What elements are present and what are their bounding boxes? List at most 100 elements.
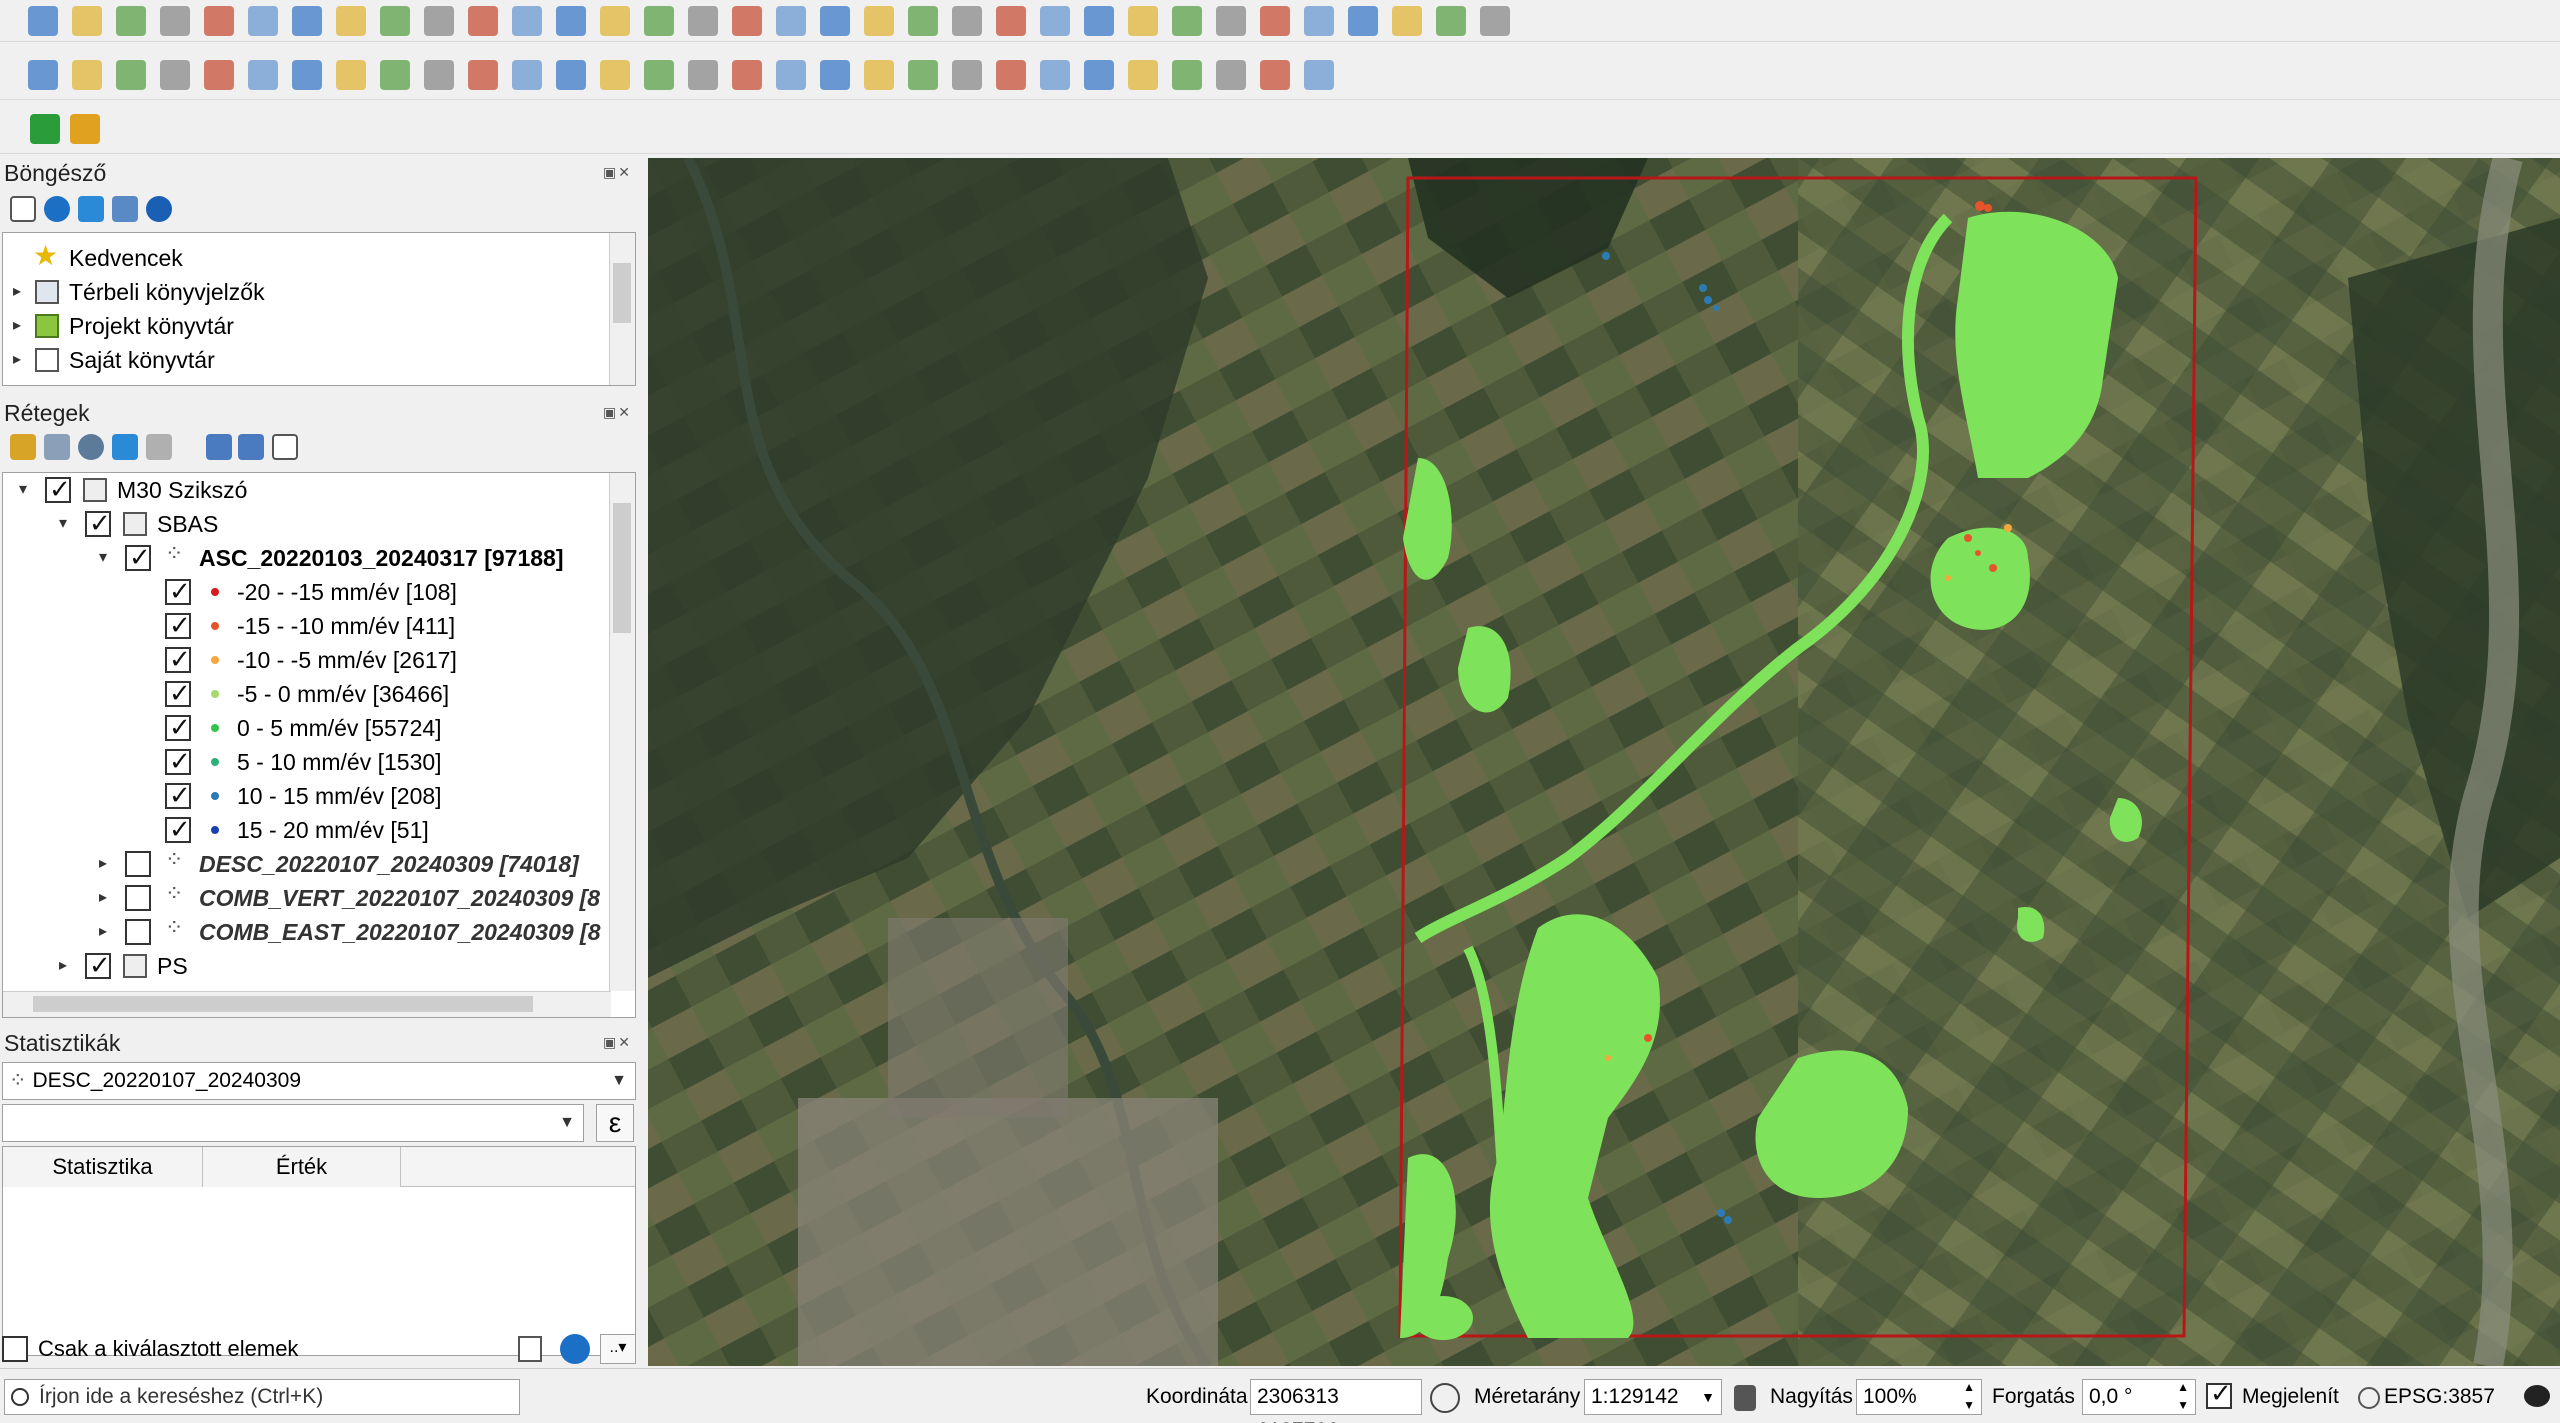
layer-checkbox[interactable] [125,851,151,877]
class-checkbox[interactable] [165,676,191,710]
new-project-icon[interactable] [28,6,58,36]
cut-icon[interactable] [556,60,586,90]
add-csv-icon[interactable] [248,60,278,90]
add-wms-icon[interactable] [204,60,234,90]
add-raster-icon[interactable] [116,60,146,90]
class-checkbox[interactable] [165,608,191,642]
gear-icon[interactable] [1436,6,1466,36]
expand-arrow-icon[interactable]: ▸ [95,915,111,949]
undo-icon[interactable] [688,60,718,90]
refresh-icon[interactable] [560,1334,590,1364]
zoom-full-icon[interactable] [468,6,498,36]
toggle-edit-icon[interactable] [336,60,366,90]
layer-asc[interactable]: ▾ ⁘ ASC_20220103_20240317 [97188] [3,540,613,575]
layer-checkbox[interactable] [125,540,151,574]
expand-arrow-icon[interactable]: ▸ [95,847,111,881]
paste-icon[interactable] [644,60,674,90]
plugin-b-icon[interactable] [1128,60,1158,90]
legend-class[interactable]: 5 - 10 mm/év [1530] [3,744,613,779]
layer-tree-hscroll[interactable] [3,991,611,1017]
select-icon[interactable] [952,6,982,36]
magnifier-field[interactable]: 100% ▲ ▼ [1856,1379,1982,1415]
info-icon[interactable] [146,196,172,222]
coordinate-field[interactable]: 2306313 6137706 [1250,1379,1422,1423]
expression-button[interactable]: ε [596,1104,634,1142]
new-bookmark-icon[interactable] [732,6,762,36]
label-change-icon[interactable] [996,60,1026,90]
deselect-icon[interactable] [996,6,1026,36]
class-checkbox[interactable] [165,778,191,812]
collapse-arrow-icon[interactable]: ▾ [95,541,111,575]
refresh-icon[interactable] [864,6,894,36]
delete-selected-icon[interactable] [512,60,542,90]
browser-scrollbar[interactable] [609,233,635,385]
pan-icon[interactable] [292,6,322,36]
legend-class[interactable]: -15 - -10 mm/év [411] [3,608,613,643]
annotation-icon[interactable] [1304,6,1334,36]
class-checkbox[interactable] [165,812,191,846]
visibility-eye-icon[interactable] [78,434,104,460]
statistics-icon[interactable] [1216,6,1246,36]
toggle-extents-icon[interactable] [1430,1383,1460,1413]
legend-class[interactable]: -5 - 0 mm/év [36466] [3,676,613,711]
expand-arrow-icon[interactable]: ▸ [9,343,25,377]
zoom-in-icon[interactable] [380,6,410,36]
save-project-icon[interactable] [116,6,146,36]
layer-desc[interactable]: ▸ ⁘ DESC_20220107_20240309 [74018] [3,847,613,881]
settings-icon[interactable] [1480,6,1510,36]
field-calc-icon[interactable] [1260,6,1290,36]
layer-checkbox[interactable] [125,885,151,911]
select-location-icon[interactable] [1040,6,1070,36]
layer-comb-vert[interactable]: ▸ ⁘ COMB_VERT_20220107_20240309 [8 [3,881,613,915]
expand-all-icon[interactable] [206,434,232,460]
label-icon[interactable] [776,60,806,90]
zoom-layer-icon[interactable] [556,6,586,36]
search-zoom-icon[interactable] [30,114,60,144]
zoom-selection-icon[interactable] [512,6,542,36]
legend-class[interactable]: 10 - 15 mm/év [208] [3,778,613,813]
help-icon[interactable] [1216,60,1246,90]
only-selected-checkbox[interactable] [2,1336,28,1362]
refresh-icon[interactable] [44,196,70,222]
filter-icon[interactable] [78,196,104,222]
collapse-arrow-icon[interactable]: ▾ [55,507,71,541]
class-checkbox[interactable] [165,642,191,676]
extra-icon[interactable] [1304,60,1334,90]
add-vector-icon[interactable] [72,60,102,90]
collapse-all-icon[interactable] [238,434,264,460]
wkt-icon[interactable] [1172,60,1202,90]
legend-class[interactable]: -20 - -15 mm/év [108] [3,574,613,609]
layer-group-sbas[interactable]: ▾ SBAS [3,506,613,541]
measure-icon[interactable] [1084,6,1114,36]
style-manager-icon[interactable] [248,6,278,36]
panel-float-close-buttons[interactable]: ▣✕ [603,1034,632,1051]
label-show-icon[interactable] [864,60,894,90]
stats-col-header[interactable]: Statisztika [3,1147,203,1187]
show-bookmarks-icon[interactable] [776,6,806,36]
legend-class[interactable]: -10 - -5 mm/év [2617] [3,642,613,677]
search-map-icon[interactable] [1392,6,1422,36]
panel-float-close-buttons[interactable]: ▣✕ [603,164,632,181]
crs-globe-icon[interactable] [2358,1387,2380,1409]
pan-to-selection-icon[interactable] [336,6,366,36]
label-rotate-icon[interactable] [952,60,982,90]
stats-col-header[interactable]: Érték [203,1147,401,1187]
options-dropdown-button[interactable]: ..▾ [600,1334,636,1364]
add-group-icon[interactable] [44,434,70,460]
legend-class[interactable]: 15 - 20 mm/év [51] [3,812,613,847]
expand-arrow-icon[interactable]: ▸ [9,275,25,309]
add-postgis-icon[interactable] [160,60,190,90]
expand-arrow-icon[interactable]: ▸ [95,881,111,915]
layer-checkbox[interactable] [85,948,111,982]
browser-item-favourites[interactable]: ★ Kedvencek [3,240,603,275]
legend-class[interactable]: 0 - 5 mm/év [55724] [3,710,613,745]
stats-layer-select[interactable]: ⁘ DESC_20220107_20240309 ▼ [2,1062,636,1100]
python-icon[interactable] [1040,60,1070,90]
add-feature-icon[interactable] [424,60,454,90]
current-edits-icon[interactable] [292,60,322,90]
copy-icon[interactable] [600,60,630,90]
browser-item-spatial-bookmarks[interactable]: ▸ Térbeli könyvjelzők [3,275,603,309]
remove-layer-icon[interactable] [272,434,298,460]
new-layout-icon[interactable] [160,6,190,36]
scale-field[interactable]: 1:129142 ▼ [1584,1379,1722,1415]
